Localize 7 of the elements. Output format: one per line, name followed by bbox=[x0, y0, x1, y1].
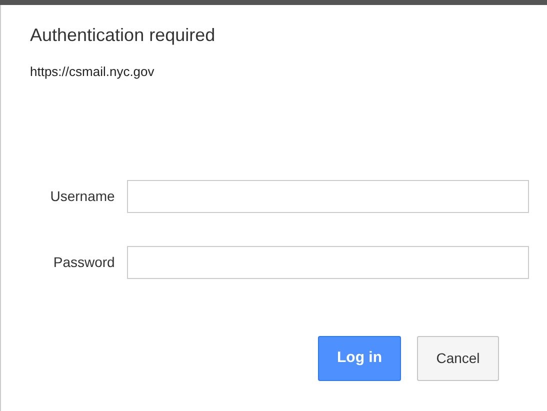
cancel-button[interactable]: Cancel bbox=[417, 336, 499, 381]
field-label: Username bbox=[50, 187, 115, 206]
origin-url: https://csmail.nyc.gov bbox=[30, 63, 154, 81]
input-field[interactable] bbox=[126, 180, 529, 213]
dialog-title: Authentication required bbox=[30, 24, 216, 47]
input-field[interactable] bbox=[126, 246, 529, 279]
field-label: Password bbox=[53, 253, 115, 272]
